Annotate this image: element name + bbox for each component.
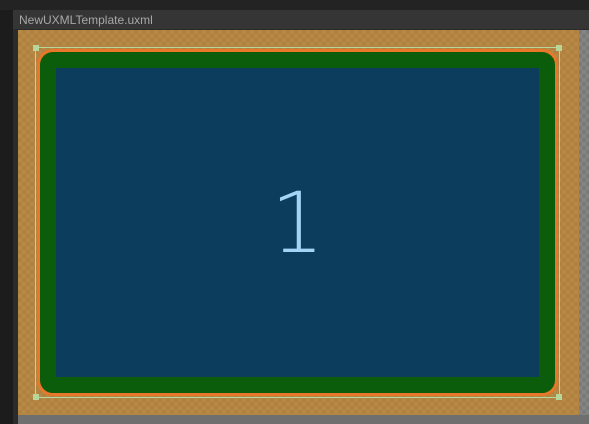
window-top-strip xyxy=(0,0,589,10)
resize-handle-top-left[interactable] xyxy=(33,45,39,51)
left-rail xyxy=(0,10,13,424)
canvas-header[interactable]: NewUXMLTemplate.uxml xyxy=(13,10,589,30)
selected-visual-element[interactable]: 1 xyxy=(37,49,558,396)
resize-handle-top-right[interactable] xyxy=(556,45,562,51)
element-label: 1 xyxy=(270,173,325,272)
resize-handle-bottom-left[interactable] xyxy=(33,394,39,400)
resize-handle-bottom-right[interactable] xyxy=(556,394,562,400)
element-content-area[interactable]: 1 xyxy=(56,68,539,377)
document-title: NewUXMLTemplate.uxml xyxy=(19,13,153,27)
viewport-bottom-bar xyxy=(18,415,589,424)
